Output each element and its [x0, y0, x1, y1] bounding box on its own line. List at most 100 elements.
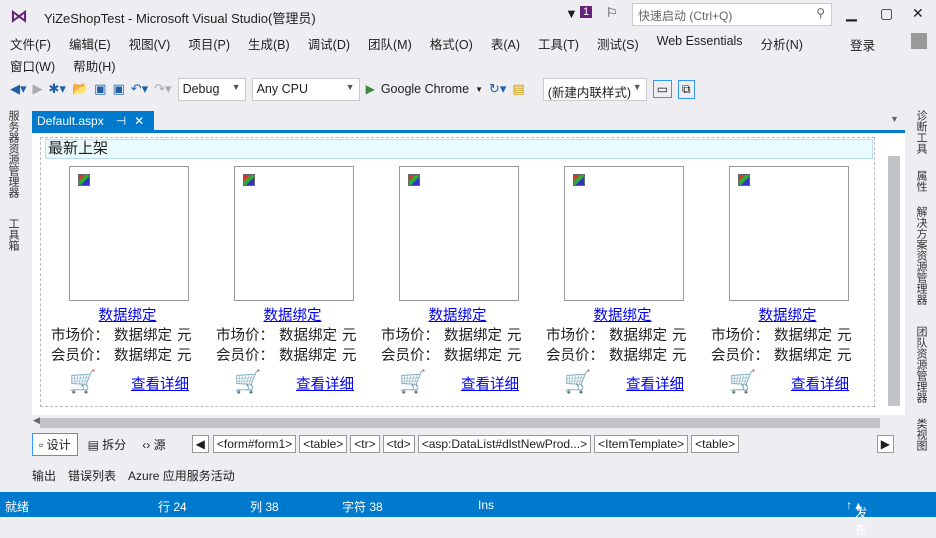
breadcrumb-item[interactable]: <table> [299, 435, 348, 453]
browser-link-icon[interactable]: ▤ [512, 81, 524, 97]
run-target-button[interactable]: Google Chrome [381, 82, 469, 96]
output-tab[interactable]: 输出 [32, 467, 56, 484]
menu-item[interactable]: 分析(N) [761, 34, 803, 53]
save-icon[interactable]: ▣ [94, 81, 106, 97]
status-col: 列 38 [250, 500, 279, 514]
tab-list-dropdown-icon[interactable]: ▼ [890, 114, 899, 124]
view-detail-link[interactable]: 查看详细 [131, 373, 189, 394]
maximize-button[interactable]: ▢ [880, 5, 893, 22]
refresh-icon[interactable]: ↻▾ [489, 81, 506, 97]
new-project-icon[interactable]: ✱▾ [49, 81, 66, 97]
tab-default-aspx[interactable]: Default.aspx ⊣ ✕ [32, 111, 154, 131]
publish-button[interactable]: ↑ 发布 ▴ [846, 498, 867, 537]
product-name-link[interactable]: 数据绑定 [705, 304, 870, 325]
menu-item[interactable]: 生成(B) [248, 34, 290, 53]
breadcrumb-scroll-left[interactable]: ◀ [191, 435, 209, 453]
solution-explorer-tab[interactable]: 解决方案资源管理器 [913, 206, 929, 305]
scroll-left-icon[interactable]: ◀ [33, 415, 40, 426]
menu-item[interactable]: 项目(P) [188, 34, 230, 53]
close-tab-icon[interactable]: ✕ [134, 114, 144, 128]
play-icon[interactable]: ▶ [366, 82, 375, 96]
split-view-button[interactable]: ▤ 拆分 [82, 434, 133, 455]
breadcrumb-item[interactable]: <form#form1> [212, 435, 297, 453]
status-mode: Ins [478, 498, 495, 512]
properties-tab[interactable]: 属性 [913, 170, 929, 192]
feedback-icon[interactable]: ⚐ [606, 5, 618, 21]
broken-image-icon [78, 174, 90, 186]
diagnostic-tools-tab[interactable]: 诊断工具 [913, 110, 929, 154]
view-detail-link[interactable]: 查看详细 [461, 373, 519, 394]
sign-in-link[interactable]: 登录 [850, 35, 875, 54]
product-name-link[interactable]: 数据绑定 [45, 304, 210, 325]
shopping-cart-icon[interactable]: 🛒 [228, 369, 268, 399]
menu-item[interactable]: 团队(M) [368, 34, 412, 53]
azure-activity-tab[interactable]: Azure 应用服务活动 [128, 467, 235, 484]
notification-filter-icon[interactable]: ▼ [565, 6, 578, 21]
menu-item[interactable]: 帮助(H) [73, 56, 115, 75]
shopping-cart-icon[interactable]: 🛒 [393, 369, 433, 399]
design-label: 设计 [46, 437, 71, 452]
shopping-cart-icon[interactable]: 🛒 [723, 369, 763, 399]
design-view-button[interactable]: ▫ 设计 [32, 432, 78, 456]
market-price-label: 市场价： [51, 328, 109, 344]
back-icon[interactable]: ◀▾ [10, 81, 27, 97]
view-detail-link[interactable]: 查看详细 [626, 373, 684, 394]
market-price-row: 市场价： 数据绑定元 [711, 324, 876, 345]
show-overlay-icon[interactable]: ▭ [652, 80, 673, 98]
breadcrumb-item[interactable]: <ItemTemplate> [594, 435, 689, 453]
menu-item[interactable]: 表(A) [491, 34, 520, 53]
menu-item[interactable]: 格式(O) [430, 34, 473, 53]
unit-label: 元 [837, 348, 852, 364]
notification-badge[interactable]: 1 [580, 6, 593, 18]
server-explorer-tab[interactable]: 服务器资源管理器 [5, 110, 21, 198]
menu-item[interactable]: Web Essentials [657, 34, 743, 53]
vertical-scrollbar[interactable] [888, 156, 900, 406]
menu-item[interactable]: 窗口(W) [10, 56, 55, 75]
platform-dropdown[interactable]: Any CPU ▼ [251, 77, 360, 101]
save-all-icon[interactable]: ▣ [112, 81, 124, 97]
menu-item[interactable]: 测试(S) [597, 34, 639, 53]
error-list-tab[interactable]: 错误列表 [68, 467, 116, 484]
member-price-row: 会员价： 数据绑定元 [711, 344, 876, 365]
menu-item[interactable]: 文件(F) [10, 34, 51, 53]
breadcrumb-item[interactable]: <table> [691, 435, 740, 453]
breadcrumb-item[interactable]: <asp:DataList#dlstNewProd...> [417, 435, 592, 453]
menu-item[interactable]: 调试(D) [308, 34, 350, 53]
team-explorer-tab[interactable]: 团队资源管理器 [913, 326, 929, 403]
menu-item[interactable]: 工具(T) [538, 34, 579, 53]
shopping-cart-icon[interactable]: 🛒 [63, 369, 103, 399]
breadcrumb-item[interactable]: <td> [382, 435, 415, 453]
redo-icon[interactable]: ↷▾ [154, 81, 171, 97]
breadcrumb-item[interactable]: <tr> [350, 435, 380, 453]
product-name-link[interactable]: 数据绑定 [210, 304, 375, 325]
chevron-down-icon[interactable]: ▼ [475, 85, 483, 94]
source-view-button[interactable]: ‹› 源 [136, 434, 171, 455]
position-icon[interactable]: ⧉ [678, 79, 695, 99]
avatar[interactable] [911, 33, 927, 49]
quick-launch-input[interactable]: 快速启动 (Ctrl+Q) ⚲ [632, 3, 832, 26]
close-button[interactable]: ✕ [912, 5, 924, 22]
product-name-link[interactable]: 数据绑定 [375, 304, 540, 325]
style-dropdown[interactable]: (新建内联样式) ▼ [542, 77, 647, 101]
pin-icon[interactable]: ⊣ [116, 114, 126, 128]
toolbox-tab[interactable]: 工具箱 [5, 218, 21, 251]
chevron-down-icon: ▼ [345, 81, 355, 92]
minimize-button[interactable]: ▁ [846, 5, 857, 22]
member-price-row: 会员价： 数据绑定元 [51, 344, 216, 365]
shopping-cart-icon[interactable]: 🛒 [558, 369, 598, 399]
view-detail-link[interactable]: 查看详细 [296, 373, 354, 394]
unit-label: 元 [507, 328, 522, 344]
horizontal-scrollbar[interactable] [40, 418, 880, 428]
class-view-tab[interactable]: 类视图 [913, 418, 929, 451]
undo-icon[interactable]: ↶▾ [131, 81, 148, 97]
product-name-link[interactable]: 数据绑定 [540, 304, 705, 325]
configuration-dropdown[interactable]: Debug ▼ [177, 77, 246, 101]
forward-icon[interactable]: ▶ [33, 81, 43, 97]
menu-item[interactable]: 编辑(E) [69, 34, 111, 53]
open-file-icon[interactable]: 📂 [72, 81, 88, 97]
menu-item[interactable]: 视图(V) [129, 34, 171, 53]
breadcrumb-scroll-right[interactable]: ▶ [876, 435, 894, 453]
view-detail-link[interactable]: 查看详细 [791, 373, 849, 394]
unit-label: 元 [342, 328, 357, 344]
breadcrumb: <form#form1> <table> <tr> <td> <asp:DataList… [212, 435, 740, 453]
